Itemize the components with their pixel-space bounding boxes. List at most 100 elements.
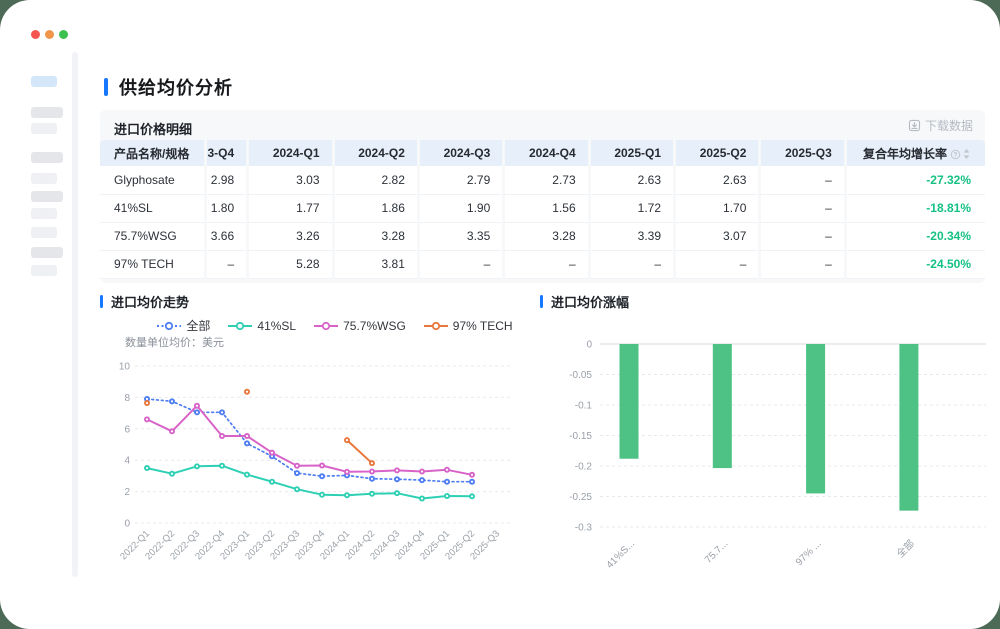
zoom-button-icon[interactable] [59,30,68,39]
price-cell: 2.82 [333,166,418,194]
price-cell: 1.86 [333,194,418,222]
price-cell: – [760,222,845,250]
column-header[interactable]: 复合年均增长率 [845,140,985,166]
legend-marker-icon [424,321,448,331]
sidebar-item[interactable] [31,152,63,163]
line-chart: 02468102022-Q12022-Q22022-Q32022-Q42023-… [100,350,520,582]
y-axis-tick: -0.05 [569,370,592,381]
x-axis-tick: 41%S... [605,538,638,570]
legend-item[interactable]: 75.7%WSG [314,317,406,334]
price-cell: 1.70 [675,194,760,222]
cagr-cell: -27.32% [845,166,985,194]
sort-icon[interactable] [962,148,971,160]
legend-label: 97% TECH [453,319,513,333]
legend-item[interactable]: 全部 [157,317,210,334]
price-cell: – [418,250,503,278]
price-cell: – [760,194,845,222]
y-axis-tick: 6 [124,424,130,435]
sidebar-item[interactable] [31,191,63,202]
download-icon [908,119,921,132]
chart-unit-label: 数量单位均价：美元 [125,334,224,350]
column-header: 2024-Q1 [248,140,333,166]
sidebar-item[interactable] [31,173,57,184]
price-cell: 3.35 [418,222,503,250]
price-cell: 3.28 [333,222,418,250]
price-cell: 2.79 [418,166,503,194]
page-title: 供给均价分析 [104,74,233,100]
price-cell: 1.72 [589,194,674,222]
column-header: 2024-Q4 [504,140,589,166]
price-cell: 2.73 [504,166,589,194]
product-name-cell: 97% TECH [100,250,205,278]
table-row: 75.7%WSG3.663.263.283.353.283.393.07–-20… [100,222,985,250]
price-cell: 1.77 [248,194,333,222]
x-axis-tick: 97% ... [794,538,824,568]
price-cell: 1.56 [504,194,589,222]
price-cell: 3.07 [675,222,760,250]
legend-label: 全部 [186,317,210,334]
y-axis-tick: 2 [124,487,130,498]
column-header: 2024-Q3 [418,140,503,166]
price-cell: 2.63 [675,166,760,194]
bar [620,344,639,459]
price-cell: – [760,166,845,194]
cagr-cell: -20.34% [845,222,985,250]
bar [899,344,918,511]
price-cell: 2.98 [205,166,247,194]
column-header: 2025-Q3 [760,140,845,166]
column-header: 3-Q4 [205,140,247,166]
sidebar-item[interactable] [31,227,57,238]
y-axis-tick: -0.2 [575,462,593,473]
table-row: Glyphosate2.983.032.822.792.732.632.63–-… [100,166,985,194]
y-axis-tick: 0 [124,519,130,530]
cagr-cell: -24.50% [845,250,985,278]
window-card: 供给均价分析 进口价格明细 下载数据 产品名称/规格3-Q42024-Q1202… [0,0,1000,629]
chart-title-text: 进口均价走势 [111,292,189,311]
legend-marker-icon [157,321,181,331]
info-icon [950,149,961,160]
sidebar-item[interactable] [31,247,63,258]
title-accent-bar [100,295,103,308]
price-cell: 5.28 [248,250,333,278]
x-axis-tick: 75.7... [703,538,730,565]
x-axis-tick: 全部 [894,537,917,560]
sidebar-item[interactable] [31,265,57,276]
sidebar-item-active[interactable] [31,76,57,87]
y-axis-tick: 4 [124,456,130,467]
download-data-button[interactable]: 下载数据 [908,117,973,134]
title-accent-bar [104,78,108,96]
price-cell: 2.63 [589,166,674,194]
sidebar-item[interactable] [31,208,57,219]
table-row: 97% TECH–5.283.81–––––-24.50% [100,250,985,278]
chart-legend: 全部 41%SL 75.7%WSG 97% TECH [100,317,520,334]
column-header: 产品名称/规格 [100,140,205,166]
import-price-table: 产品名称/规格3-Q42024-Q12024-Q22024-Q32024-Q42… [100,140,985,279]
chart-title-text: 进口均价涨幅 [551,292,629,311]
price-cell: 3.81 [333,250,418,278]
price-cell: 3.66 [205,222,247,250]
legend-label: 41%SL [257,319,296,333]
legend-item[interactable]: 97% TECH [424,317,513,334]
minimize-button-icon[interactable] [45,30,54,39]
table-row: 41%SL1.801.771.861.901.561.721.70–-18.81… [100,194,985,222]
price-cell: 1.80 [205,194,247,222]
price-cell: – [205,250,247,278]
download-label: 下载数据 [925,117,973,134]
sidebar-item[interactable] [31,123,57,134]
price-cell: 3.39 [589,222,674,250]
price-trend-chart-block: 进口均价走势 全部41%SL75.7%WSG97% TECH 数量单位均价：美元… [100,292,520,311]
chart-title: 进口均价涨幅 [540,292,988,311]
legend-item[interactable]: 41%SL [228,317,296,334]
bar-chart: 0-0.05-0.1-0.15-0.2-0.25-0.341%S...75.7.… [540,330,988,570]
price-cell: – [675,250,760,278]
close-button-icon[interactable] [31,30,40,39]
title-accent-bar [540,295,543,308]
price-cell: – [760,250,845,278]
import-price-section: 进口价格明细 下载数据 产品名称/规格3-Q42024-Q12024-Q2202… [100,110,985,283]
price-cell: 3.03 [248,166,333,194]
price-cell: 1.90 [418,194,503,222]
chart-title: 进口均价走势 [100,292,520,311]
sidebar-item[interactable] [31,107,63,118]
section-title: 进口价格明细 [114,119,192,138]
price-cell: 3.28 [504,222,589,250]
